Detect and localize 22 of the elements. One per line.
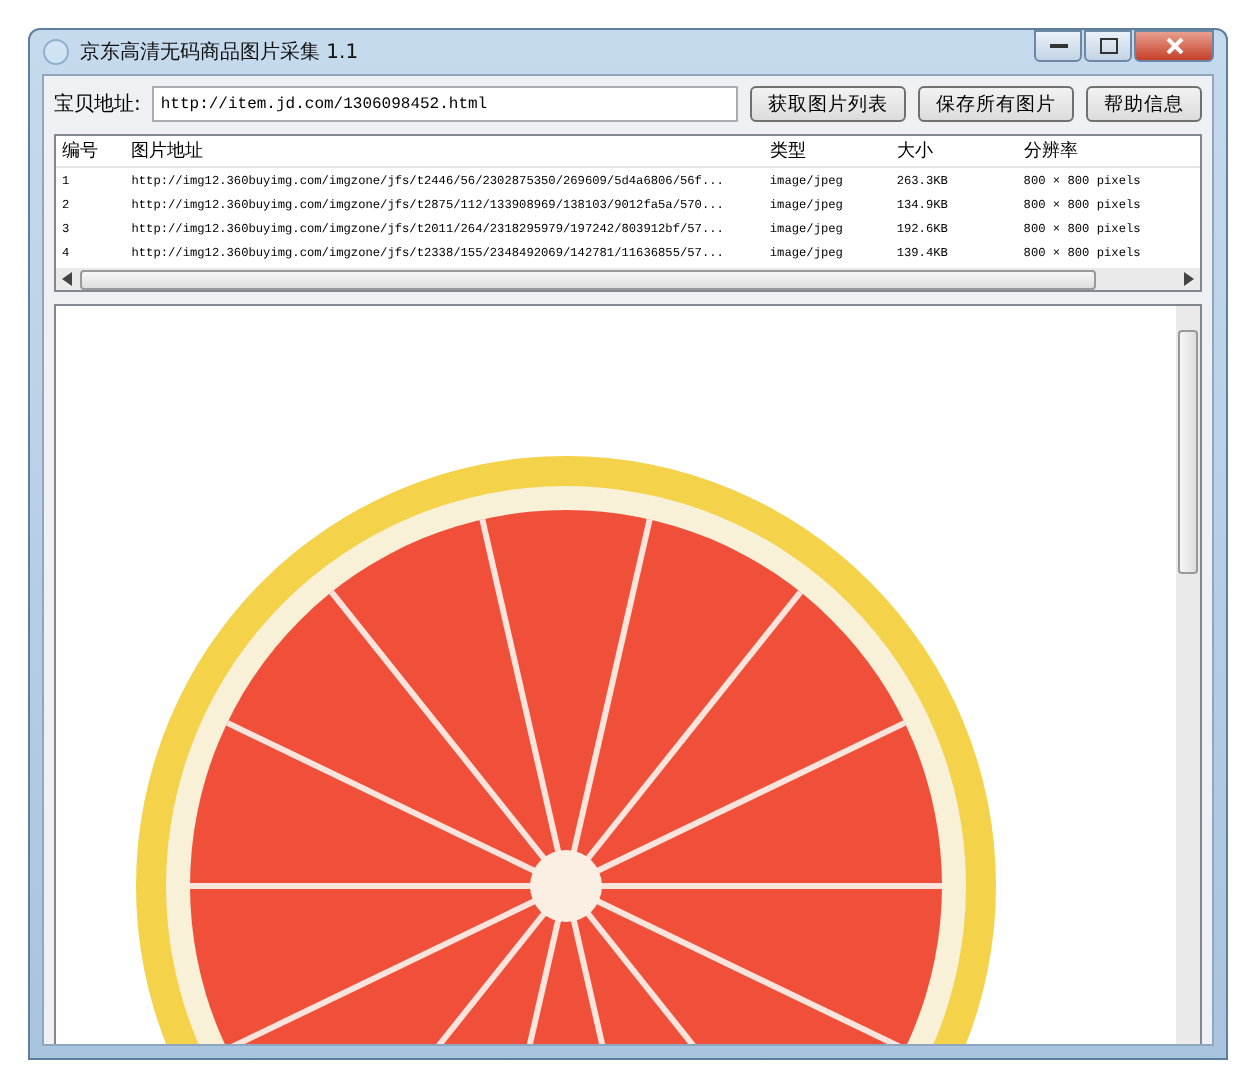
url-field[interactable]: http://item.jd.com/1306098452.html xyxy=(152,86,738,122)
left-arrow-icon xyxy=(62,272,74,286)
horizontal-scrollbar[interactable] xyxy=(56,268,1200,290)
window-title: 京东高清无码商品图片采集 1.1 xyxy=(80,39,359,66)
column-header[interactable]: 分辨率 xyxy=(1017,138,1200,164)
close-icon xyxy=(1165,38,1183,54)
url-label: 宝贝地址: xyxy=(54,91,141,118)
column-header[interactable]: 大小 xyxy=(890,138,1018,164)
right-arrow-icon xyxy=(1182,272,1194,286)
toolbar-button[interactable]: 获取图片列表 xyxy=(750,86,906,122)
toolbar-button[interactable]: 帮助信息 xyxy=(1086,86,1202,122)
toolbar-button[interactable]: 保存所有图片 xyxy=(918,86,1074,122)
minimize-button[interactable] xyxy=(1034,30,1082,62)
column-header[interactable]: 图片地址 xyxy=(125,138,764,164)
column-header[interactable]: 编号 xyxy=(56,138,126,164)
minimize-icon xyxy=(1049,42,1067,50)
app-icon xyxy=(42,38,70,66)
close-button[interactable] xyxy=(1134,30,1214,62)
maximize-button[interactable] xyxy=(1084,30,1132,62)
maximize-icon xyxy=(1099,38,1117,54)
column-header[interactable]: 类型 xyxy=(763,138,891,164)
vertical-scrollbar[interactable] xyxy=(1176,306,1200,1044)
